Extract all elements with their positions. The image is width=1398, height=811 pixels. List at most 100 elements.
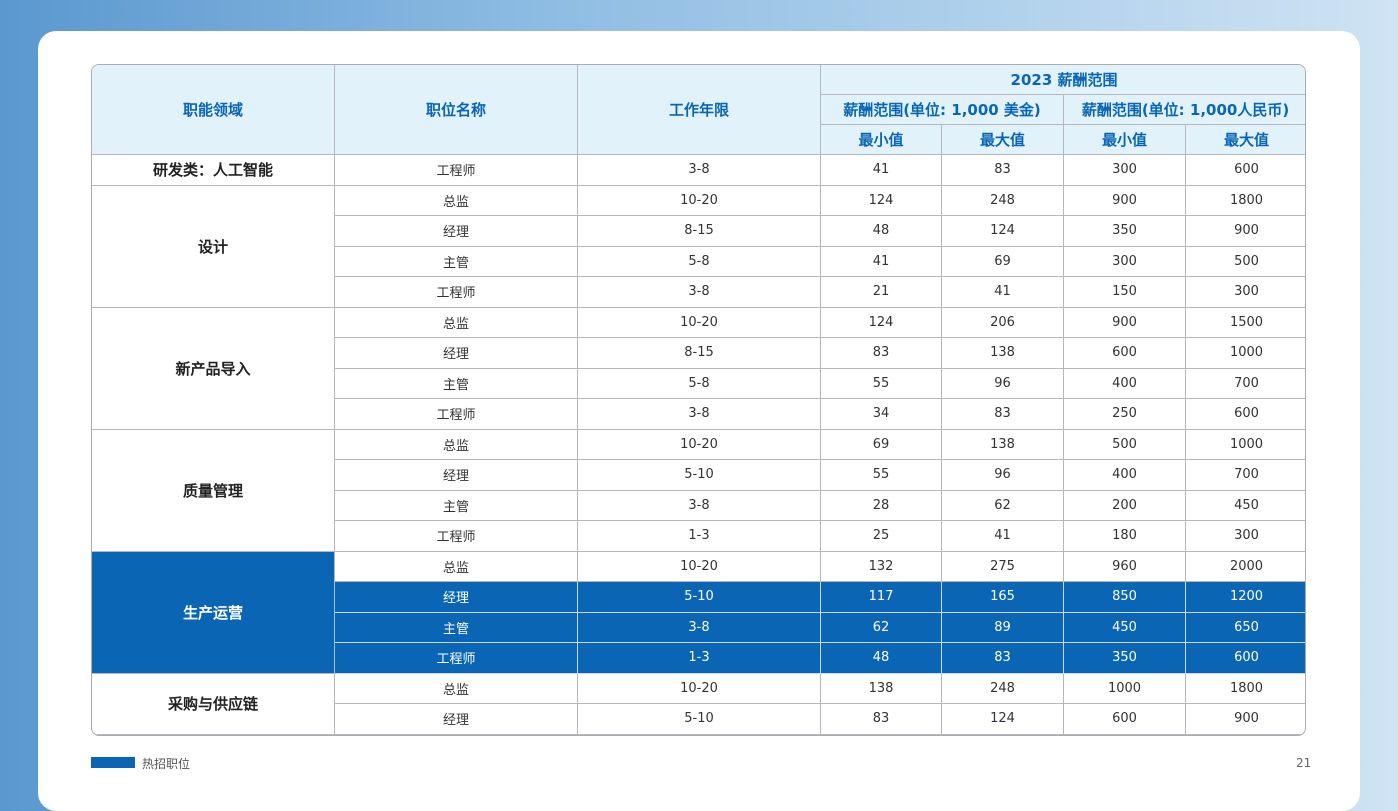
cell-position: 经理 [334, 337, 578, 369]
cell-years: 5-8 [577, 367, 821, 399]
table-row: 质量管理 总监 10-20 69 138 500 1000 [92, 428, 1305, 552]
header-rmb-max: 最大值 [1184, 124, 1305, 155]
cell-years: 5-8 [577, 245, 821, 277]
header-usd-min: 最小值 [820, 124, 942, 155]
cell-usd-max: 275 [941, 550, 1064, 582]
cell-usd-min: 138 [820, 672, 942, 704]
cell-usd-max: 124 [941, 215, 1064, 247]
cell-rmb-min: 960 [1063, 550, 1186, 582]
cell-position: 工程师 [334, 520, 578, 552]
cell-usd-min: 28 [820, 489, 942, 521]
cell-rmb-max: 600 [1184, 642, 1305, 674]
cell-rmb-max: 450 [1184, 489, 1305, 521]
category-cell: 质量管理 [92, 428, 335, 552]
cell-rmb-max: 900 [1184, 215, 1305, 247]
cell-rmb-min: 300 [1063, 245, 1186, 277]
cell-rmb-min: 350 [1063, 642, 1186, 674]
salary-table: 职能领域 职位名称 工作年限 2023 薪酬范围 薪酬范围(单位: 1,000 … [92, 65, 1305, 735]
cell-usd-min: 25 [820, 520, 942, 552]
cell-rmb-max: 2000 [1184, 550, 1305, 582]
cell-usd-min: 124 [820, 306, 942, 338]
cell-position: 经理 [334, 459, 578, 491]
cell-rmb-min: 400 [1063, 459, 1186, 491]
cell-rmb-min: 900 [1063, 306, 1186, 338]
cell-rmb-min: 900 [1063, 184, 1186, 216]
header-rmb-group: 薪酬范围(单位: 1,000人民币) [1062, 94, 1305, 125]
cell-usd-max: 206 [941, 306, 1064, 338]
cell-rmb-max: 1200 [1184, 581, 1305, 613]
cell-position: 经理 [334, 581, 578, 613]
table-body: 研发类：人工智能 工程师 3-8 41 83 300 600 设计 总监 10-20 124 248 9… [92, 154, 1305, 735]
cell-years: 3-8 [577, 489, 821, 521]
cell-position: 总监 [334, 672, 578, 704]
cell-usd-max: 41 [941, 520, 1064, 552]
category-cell: 新产品导入 [92, 306, 335, 430]
cell-rmb-min: 350 [1063, 215, 1186, 247]
cell-rmb-max: 300 [1184, 520, 1305, 552]
cell-usd-min: 21 [820, 276, 942, 308]
cell-position: 主管 [334, 245, 578, 277]
cell-rmb-min: 150 [1063, 276, 1186, 308]
cell-usd-min: 117 [820, 581, 942, 613]
cell-position: 总监 [334, 428, 578, 460]
cell-years: 5-10 [577, 459, 821, 491]
table-row: 新产品导入 总监 10-20 124 206 900 1500 [92, 306, 1305, 430]
cell-rmb-min: 600 [1063, 703, 1186, 735]
cell-rmb-max: 900 [1184, 703, 1305, 735]
header-position: 职位名称 [334, 65, 578, 155]
header-rmb-min: 最小值 [1063, 124, 1186, 155]
cell-position: 总监 [334, 306, 578, 338]
cell-position: 工程师 [334, 154, 578, 186]
cell-position: 经理 [334, 703, 578, 735]
cell-years: 8-15 [577, 215, 821, 247]
cell-usd-max: 248 [941, 184, 1064, 216]
cell-rmb-min: 850 [1063, 581, 1186, 613]
category-cell: 研发类：人工智能 [92, 154, 335, 186]
cell-years: 3-8 [577, 398, 821, 430]
cell-usd-max: 165 [941, 581, 1064, 613]
cell-years: 3-8 [577, 154, 821, 186]
cell-rmb-max: 600 [1184, 154, 1305, 186]
cell-usd-min: 55 [820, 459, 942, 491]
cell-years: 3-8 [577, 276, 821, 308]
cell-position: 总监 [334, 550, 578, 582]
table-row: 生产运营 总监 10-20 132 275 960 2000 [92, 550, 1305, 674]
cell-rmb-max: 1800 [1184, 672, 1305, 704]
cell-position: 工程师 [334, 276, 578, 308]
cell-years: 10-20 [577, 672, 821, 704]
cell-usd-max: 83 [941, 642, 1064, 674]
cell-years: 3-8 [577, 611, 821, 643]
cell-usd-min: 83 [820, 703, 942, 735]
cell-position: 总监 [334, 184, 578, 216]
cell-rmb-max: 600 [1184, 398, 1305, 430]
cell-position: 经理 [334, 215, 578, 247]
cell-usd-max: 62 [941, 489, 1064, 521]
cell-rmb-max: 1000 [1184, 337, 1305, 369]
table-row: 设计 总监 10-20 124 248 900 1800 [92, 184, 1305, 308]
cell-position: 工程师 [334, 398, 578, 430]
cell-rmb-max: 650 [1184, 611, 1305, 643]
cell-usd-max: 138 [941, 428, 1064, 460]
category-cell: 设计 [92, 184, 335, 308]
cell-usd-max: 138 [941, 337, 1064, 369]
cell-usd-min: 83 [820, 337, 942, 369]
footer-label: 热招职位 [142, 757, 191, 771]
table-row: 研发类：人工智能 工程师 3-8 41 83 300 600 [92, 154, 1305, 186]
cell-usd-min: 41 [820, 245, 942, 277]
cell-usd-max: 69 [941, 245, 1064, 277]
cell-usd-max: 96 [941, 459, 1064, 491]
cell-years: 5-10 [577, 703, 821, 735]
salary-table-container: 职能领域 职位名称 工作年限 2023 薪酬范围 薪酬范围(单位: 1,000 … [91, 64, 1306, 736]
cell-position: 工程师 [334, 642, 578, 674]
cell-usd-min: 48 [820, 642, 942, 674]
header-years: 工作年限 [577, 65, 821, 155]
cell-usd-max: 89 [941, 611, 1064, 643]
cell-years: 10-20 [577, 306, 821, 338]
cell-rmb-max: 700 [1184, 367, 1305, 399]
cell-position: 主管 [334, 367, 578, 399]
cell-usd-min: 48 [820, 215, 942, 247]
cell-rmb-max: 1000 [1184, 428, 1305, 460]
cell-rmb-max: 700 [1184, 459, 1305, 491]
cell-usd-max: 124 [941, 703, 1064, 735]
cell-rmb-min: 250 [1063, 398, 1186, 430]
